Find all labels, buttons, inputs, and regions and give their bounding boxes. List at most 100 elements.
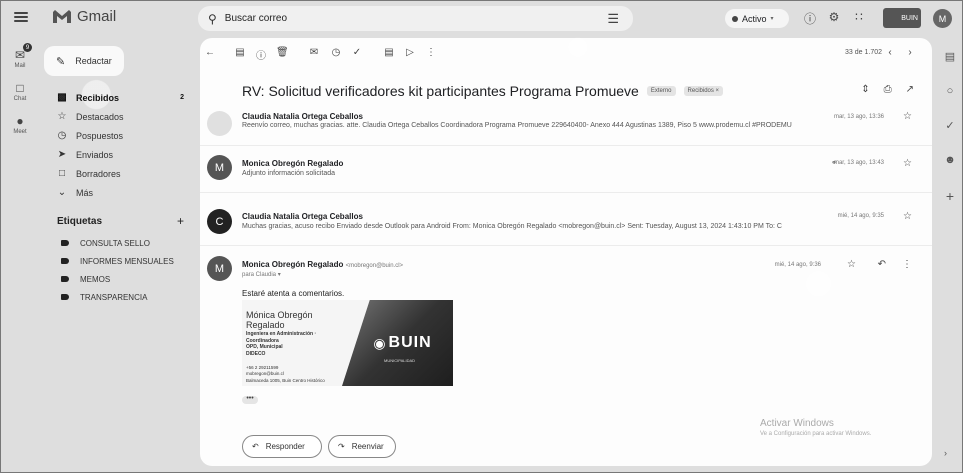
chevron-down-icon: ▾ xyxy=(770,16,774,22)
pager-count: 33 de 1.702 xyxy=(845,49,882,56)
avatar-placeholder xyxy=(207,111,232,136)
sender-avatar: M xyxy=(207,256,232,281)
recipient-summary: para Claudia xyxy=(242,272,277,278)
search-bar[interactable]: ⚲ Buscar correo ☰ xyxy=(198,6,633,31)
organization-badge[interactable]: BUIN xyxy=(883,8,921,28)
gmail-m-icon xyxy=(52,9,72,24)
show-trimmed-content-button[interactable]: ••• xyxy=(242,395,258,404)
search-icon[interactable]: ⚲ xyxy=(208,12,217,26)
rail-item-meet[interactable]: ● Meet xyxy=(0,114,40,135)
message-snippet: Adjunto información solicitada xyxy=(242,170,335,177)
sidebar-item-inbox[interactable]: ▩ Recibidos 2 xyxy=(44,88,194,107)
signature-address: Balmaceda 1005, Buin Centro Histórico xyxy=(246,377,325,383)
rail-label: Mail xyxy=(14,63,26,69)
star-icon[interactable]: ☆ xyxy=(903,158,912,169)
reply-button[interactable]: ↶ Responder xyxy=(242,435,322,458)
buin-emblem-icon: ◉ xyxy=(373,334,386,351)
move-to-folder-icon[interactable]: ▤ xyxy=(383,47,395,58)
star-icon: ☆ xyxy=(57,111,67,122)
add-addon-plus-icon[interactable]: + xyxy=(946,188,954,204)
label-item[interactable]: INFORMES MENSUALES xyxy=(44,252,194,270)
unread-count: 2 xyxy=(180,94,184,101)
email-view: ← ▤ ⓘ 🗑 ✉ ◷ ✓ ▤ ▷ ⋮ 33 de 1.702 ‹ › RV: … xyxy=(200,38,932,466)
tasks-icon[interactable]: ✓ xyxy=(945,119,954,132)
gmail-logo[interactable]: Gmail xyxy=(52,8,116,25)
label-tag-icon xyxy=(61,240,69,246)
newer-chevron-left-icon[interactable]: ‹ xyxy=(884,47,896,58)
sidebar-item-drafts[interactable]: □ Borradores xyxy=(44,164,194,183)
keep-icon[interactable]: ○ xyxy=(947,85,954,97)
status-dot-icon xyxy=(732,15,738,22)
settings-gear-icon[interactable]: ⚙ xyxy=(826,10,842,24)
message-snippet: Muchas gracias, acuso recibo Enviado des… xyxy=(242,223,782,230)
signature-role-line: DIDECO xyxy=(246,350,266,357)
more-options-icon[interactable]: ⋮ xyxy=(425,47,437,58)
recipient-toggle[interactable]: para Claudia ▾ xyxy=(242,271,281,278)
help-icon[interactable]: ⓘ xyxy=(802,10,818,27)
message-snippet: Reenvío correo, muchas gracias. atte. Cl… xyxy=(242,122,792,129)
delete-trash-icon[interactable]: 🗑 xyxy=(276,47,289,58)
message-collapsed[interactable]: Claudia Natalia Ortega Ceballos Reenvío … xyxy=(200,107,932,141)
sender-avatar: C xyxy=(207,209,232,234)
add-label-plus-icon[interactable]: + xyxy=(177,214,184,228)
search-input[interactable]: Buscar correo xyxy=(225,13,287,24)
apps-grid-icon[interactable]: ∷ xyxy=(851,10,867,24)
label-item[interactable]: CONSULTA SELLO xyxy=(44,234,194,252)
compose-button[interactable]: ✎ Redactar xyxy=(44,46,124,76)
top-bar: Gmail ⚲ Buscar correo ☰ Activo ▾ ⓘ ⚙ ∷ B… xyxy=(0,0,963,36)
more-options-icon[interactable]: ⋮ xyxy=(902,259,912,270)
add-task-icon[interactable]: ✓ xyxy=(351,47,363,58)
star-icon[interactable]: ☆ xyxy=(847,259,856,270)
calendar-icon[interactable]: ▤ xyxy=(945,50,955,63)
reply-icon[interactable]: ↶ xyxy=(878,259,886,270)
expand-collapse-icon[interactable]: ⇕ xyxy=(861,84,869,95)
forward-button[interactable]: ↷ Reenviar xyxy=(328,435,396,458)
sidebar-item-snoozed[interactable]: ◷ Pospuestos xyxy=(44,126,194,145)
label-icon[interactable]: ▷ xyxy=(404,47,416,58)
divider xyxy=(200,145,932,146)
thread-subject-row: RV: Solicitud verificadores kit particip… xyxy=(242,83,724,99)
contacts-icon[interactable]: ☻ xyxy=(944,154,956,166)
rail-item-mail[interactable]: ✉ 9 Mail xyxy=(0,43,40,69)
chevron-down-icon: ▾ xyxy=(277,272,281,278)
sidebar-item-label: Borradores xyxy=(76,168,121,179)
inbox-icon: ▩ xyxy=(57,92,67,103)
email-toolbar: ← ▤ ⓘ 🗑 ✉ ◷ ✓ ▤ ▷ ⋮ 33 de 1.702 ‹ › xyxy=(200,38,932,68)
sidebar: ✎ Redactar ▩ Recibidos 2 ☆ Destacados ◷ … xyxy=(44,46,194,306)
back-arrow-icon[interactable]: ← xyxy=(204,47,216,58)
meet-video-icon: ● xyxy=(16,114,24,128)
label-tag-icon xyxy=(61,258,69,264)
label-item[interactable]: MEMOS xyxy=(44,270,194,288)
signature-banner: ◉ BUIN MUNICIPALIDAD xyxy=(342,300,453,386)
message-collapsed[interactable]: C Claudia Natalia Ortega Ceballos Muchas… xyxy=(200,198,932,238)
open-new-window-icon[interactable]: ↗ xyxy=(906,84,914,95)
print-icon[interactable]: ⎙ xyxy=(884,84,892,95)
rail-item-chat[interactable]: □ Chat xyxy=(0,81,40,102)
snooze-clock-icon[interactable]: ◷ xyxy=(330,47,342,58)
star-icon[interactable]: ☆ xyxy=(903,211,912,222)
search-options-icon[interactable]: ☰ xyxy=(607,11,619,27)
message-collapsed[interactable]: M Monica Obregón Regalado Adjunto inform… xyxy=(200,150,932,184)
expand-side-panel-chevron-icon[interactable]: › xyxy=(944,448,947,458)
message-sender: Monica Obregón Regalado xyxy=(242,159,344,168)
sender-email: <mobregon@buin.cl> xyxy=(345,263,404,269)
sidebar-item-more[interactable]: ⌄ Más xyxy=(44,183,194,202)
sidebar-item-sent[interactable]: ➤ Enviados xyxy=(44,145,194,164)
forward-arrow-icon: ↷ xyxy=(338,442,345,451)
signature-text-block: Mónica Obregón Regalado Ingeniera en Adm… xyxy=(242,300,342,386)
main-menu-icon[interactable] xyxy=(14,10,28,24)
draft-file-icon: □ xyxy=(58,168,66,179)
older-chevron-right-icon[interactable]: › xyxy=(904,47,916,58)
sidebar-item-starred[interactable]: ☆ Destacados xyxy=(44,107,194,126)
watermark-subtitle: Ve a Configuración para activar Windows. xyxy=(760,431,872,437)
inbox-label-chip[interactable]: Recibidos × xyxy=(683,86,724,96)
status-selector[interactable]: Activo ▾ xyxy=(725,9,789,28)
label-name: TRANSPARENCIA xyxy=(80,292,148,302)
report-spam-icon[interactable]: ⓘ xyxy=(255,47,267,62)
star-icon[interactable]: ☆ xyxy=(903,111,912,122)
archive-icon[interactable]: ▤ xyxy=(234,47,246,58)
label-item[interactable]: TRANSPARENCIA xyxy=(44,288,194,306)
account-avatar[interactable]: M xyxy=(933,9,952,28)
buin-logo: ◉ BUIN xyxy=(373,334,431,352)
mark-unread-icon[interactable]: ✉ xyxy=(308,47,320,58)
